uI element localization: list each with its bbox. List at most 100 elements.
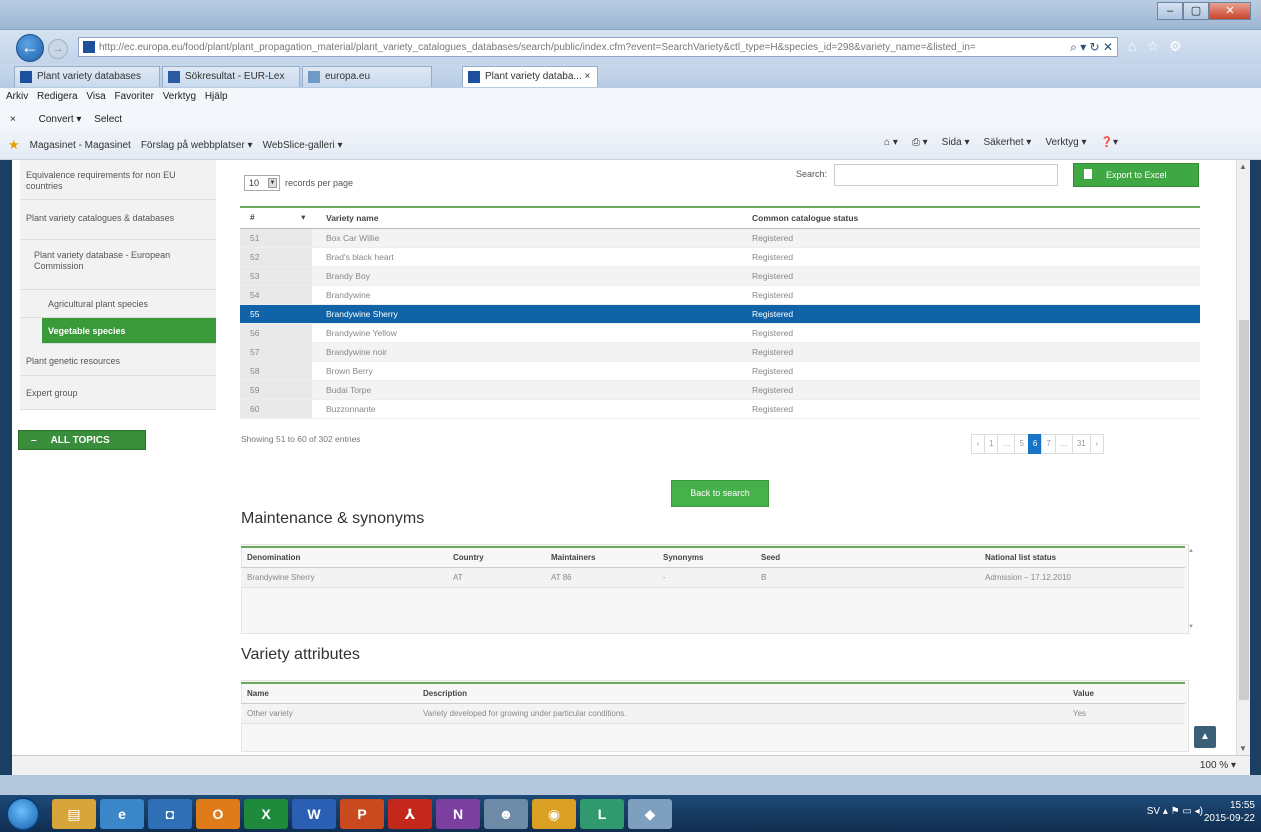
col-value[interactable]: Value — [1067, 682, 1185, 704]
internet-explorer-icon[interactable]: e — [100, 799, 144, 829]
col-synonyms[interactable]: Synonyms — [657, 546, 755, 568]
page-link[interactable]: 7 — [1041, 434, 1056, 454]
scroll-up-arrow-icon[interactable]: ▲ — [1188, 548, 1198, 554]
office-icon[interactable]: O — [196, 799, 240, 829]
table-row[interactable]: 57 Brandywine noir Registered — [240, 342, 1200, 363]
tab-eur-lex[interactable]: Sökresultat - EUR-Lex — [162, 66, 300, 87]
table-row[interactable]: 51 Box Car Willie Registered — [240, 228, 1200, 248]
tray-icons[interactable]: SV ▴ ⚑ ▭ ◂) — [1147, 805, 1203, 818]
address-bar[interactable]: http://ec.europa.eu/food/plant/plant_pro… — [78, 37, 1118, 57]
col-seed[interactable]: Seed — [755, 546, 979, 568]
col-description[interactable]: Description — [417, 682, 1067, 704]
rss-icon[interactable]: ⌂ ▾ — [884, 137, 898, 148]
sidebar-item-expert-group[interactable]: Expert group — [20, 376, 216, 410]
tab-plant-variety-databases[interactable]: Plant variety databases — [14, 66, 160, 87]
toolbar-x-icon[interactable]: × — [10, 114, 16, 125]
powerpoint-icon[interactable]: P — [340, 799, 384, 829]
export-excel-button[interactable]: Export to Excel — [1073, 163, 1199, 187]
page-link[interactable]: ‹ — [971, 434, 985, 454]
scroll-down-arrow-icon[interactable]: ▼ — [1188, 624, 1198, 630]
col-name[interactable]: Name — [241, 682, 417, 704]
back-button[interactable]: ← — [16, 34, 44, 62]
col-national-list-status[interactable]: National list status — [979, 546, 1185, 568]
favorites-star-icon[interactable]: ★ — [8, 137, 20, 153]
convert-button[interactable]: Convert ▾ — [29, 110, 82, 125]
menu-redigera[interactable]: Redigera — [37, 91, 78, 102]
close-window-button[interactable]: ✕ — [1209, 2, 1251, 20]
table-row[interactable]: 56 Brandywine Yellow Registered — [240, 323, 1200, 344]
minimize-button[interactable]: – — [1157, 2, 1183, 20]
col-country[interactable]: Country — [447, 546, 545, 568]
fav-webslice[interactable]: WebSlice-galleri ▾ — [263, 140, 343, 151]
select-button[interactable]: Select — [94, 114, 122, 125]
page-link[interactable]: › — [1089, 434, 1104, 454]
word-icon[interactable]: W — [292, 799, 336, 829]
back-to-search-button[interactable]: Back to search — [671, 480, 769, 507]
chrome-icon[interactable]: ◉ — [532, 799, 576, 829]
explorer-icon[interactable]: ▤ — [52, 799, 96, 829]
sidebar-item-genetic-resources[interactable]: Plant genetic resources — [20, 344, 216, 376]
lync-icon[interactable]: L — [580, 799, 624, 829]
excel-icon[interactable]: X — [244, 799, 288, 829]
generic-app-icon[interactable]: ◆ — [628, 799, 672, 829]
menu-hjalp[interactable]: Hjälp — [205, 91, 228, 102]
page-link[interactable]: … — [997, 434, 1016, 454]
command-sida[interactable]: Sida ▾ — [942, 137, 970, 148]
tab-plant-variety-active[interactable]: Plant variety databa... × — [462, 66, 598, 87]
page-link[interactable]: 31 — [1071, 434, 1091, 454]
table-row[interactable]: 53 Brandy Boy Registered — [240, 266, 1200, 286]
sidebar-item-equivalence[interactable]: Equivalence requirements for non EU coun… — [20, 160, 216, 200]
menu-visa[interactable]: Visa — [86, 91, 105, 102]
page-link[interactable]: … — [1054, 434, 1073, 454]
start-button[interactable] — [6, 797, 40, 831]
onenote-icon[interactable]: N — [436, 799, 480, 829]
help-icon[interactable]: ❓▾ — [1101, 137, 1118, 148]
fav-magasinet[interactable]: Magasinet - Magasinet — [30, 140, 131, 151]
col-header-number[interactable]: # ▾ — [240, 206, 312, 229]
tab-europa[interactable]: europa.eu — [302, 66, 432, 87]
zoom-level[interactable]: 100 % ▾ — [1200, 760, 1236, 771]
menu-verktyg[interactable]: Verktyg — [163, 91, 196, 102]
page-link[interactable]: 5 — [1014, 434, 1029, 454]
search-input[interactable] — [834, 164, 1058, 186]
back-to-top-button[interactable]: ▲ — [1194, 726, 1216, 748]
outlook-icon[interactable]: ◘ — [148, 799, 192, 829]
scroll-down-arrow-icon[interactable]: ▼ — [1239, 744, 1247, 753]
tab-close-icon[interactable]: × — [585, 71, 591, 82]
page-link[interactable]: 1 — [984, 434, 999, 454]
menu-favoriter[interactable]: Favoriter — [114, 91, 153, 102]
all-topics-button[interactable]: – ALL TOPICS — [18, 430, 146, 450]
print-icon[interactable]: ⎙ ▾ — [912, 137, 928, 148]
table-row[interactable]: 60 Buzzonnante Registered — [240, 399, 1200, 420]
scroll-up-arrow-icon[interactable]: ▲ — [1239, 162, 1247, 171]
address-search-refresh-icons[interactable]: ⌕ ▾ ↻ ✕ — [1070, 40, 1113, 55]
forward-button[interactable]: → — [48, 39, 68, 59]
people-icon[interactable]: ☻ — [484, 799, 528, 829]
scrollbar-thumb[interactable] — [1239, 320, 1249, 700]
sidebar-item-database[interactable]: Plant variety database - European Commis… — [20, 240, 216, 290]
table-row[interactable]: 54 Brandywine Registered — [240, 285, 1200, 305]
table-row[interactable]: Brandywine Sherry AT AT 86 - B Admission… — [241, 567, 1185, 588]
table-row[interactable]: 58 Brown Berry Registered — [240, 361, 1200, 382]
table-row[interactable]: 55 Brandywine Sherry Registered — [240, 304, 1200, 324]
col-header-status[interactable]: Common catalogue status — [742, 206, 1200, 229]
page-link[interactable]: 6 — [1027, 434, 1043, 454]
fav-forslag[interactable]: Förslag på webbplatser ▾ — [141, 140, 253, 151]
page-length-select[interactable]: 10 ▼ — [244, 175, 280, 191]
acrobat-icon[interactable]: ⅄ — [388, 799, 432, 829]
clock-date[interactable]: 2015-09-22 — [1204, 812, 1255, 825]
table-row[interactable]: 52 Brad's black heart Registered — [240, 247, 1200, 267]
table-row[interactable]: Other variety Variety developed for grow… — [241, 703, 1185, 724]
page-scrollbar[interactable]: ▲ ▼ — [1236, 160, 1250, 755]
command-sakerhet[interactable]: Säkerhet ▾ — [983, 137, 1031, 148]
command-verktyg[interactable]: Verktyg ▾ — [1045, 137, 1086, 148]
col-maintainers[interactable]: Maintainers — [545, 546, 657, 568]
table-row[interactable]: 59 Budai Torpe Registered — [240, 380, 1200, 401]
col-header-variety-name[interactable]: Variety name — [312, 206, 742, 229]
home-icon[interactable]: ⌂ — [1128, 38, 1136, 55]
clock-time[interactable]: 15:55 — [1204, 799, 1255, 812]
menu-arkiv[interactable]: Arkiv — [6, 91, 28, 102]
col-denomination[interactable]: Denomination — [241, 546, 447, 568]
sidebar-item-agricultural[interactable]: Agricultural plant species — [20, 290, 216, 318]
maximize-button[interactable]: ▢ — [1183, 2, 1209, 20]
